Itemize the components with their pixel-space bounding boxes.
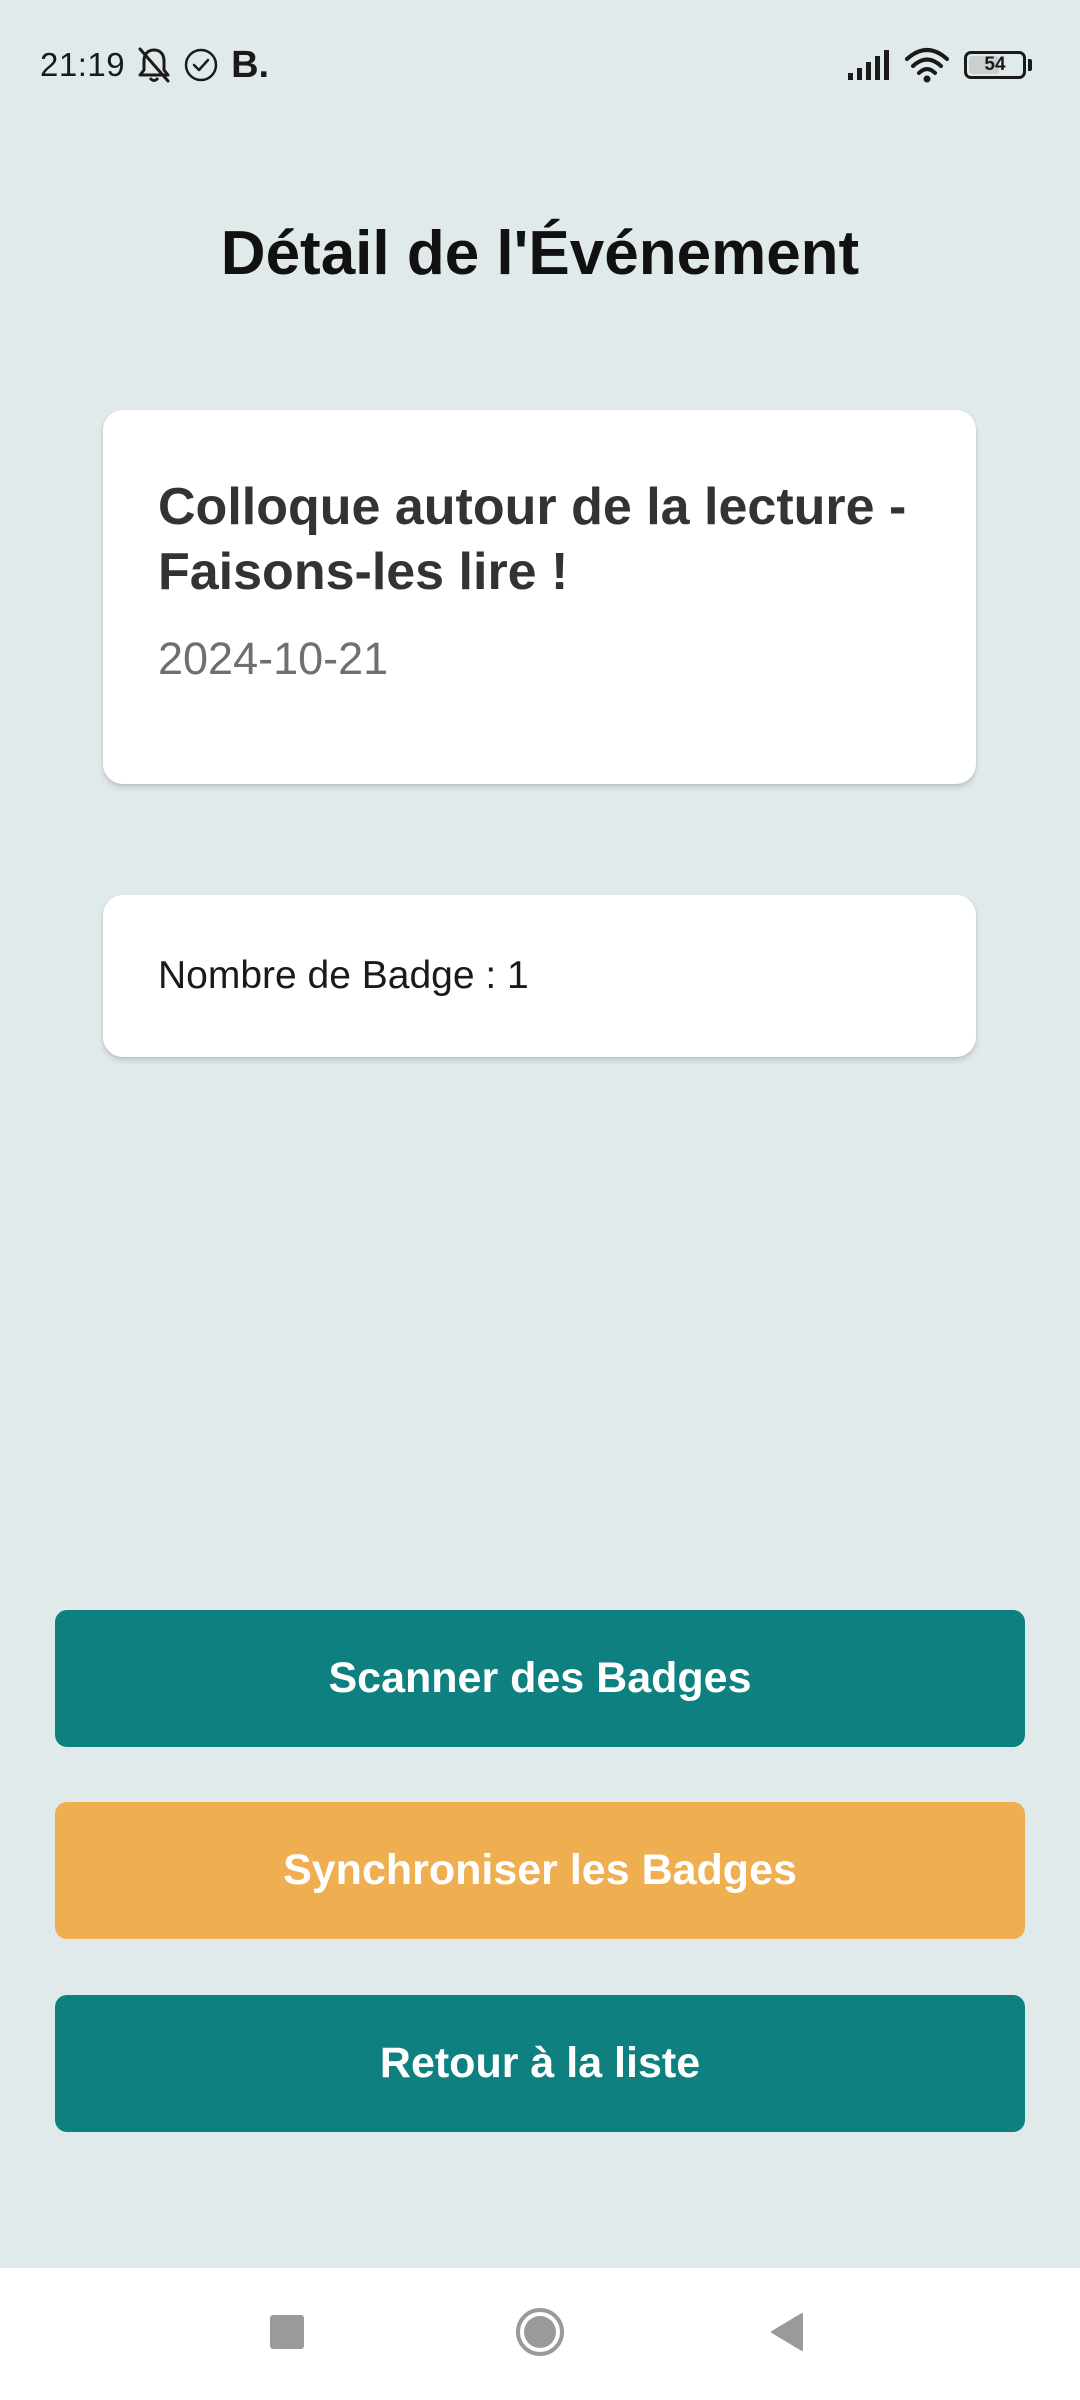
scan-badges-button[interactable]: Scanner des Badges [55, 1610, 1025, 1747]
home-button[interactable] [480, 2268, 600, 2400]
signal-icon [846, 49, 894, 81]
status-time: 21:19 [40, 46, 126, 83]
battery-level: 54 [984, 54, 1006, 75]
badge-count: Nombre de Badge : 1 [158, 954, 529, 997]
status-bar: 21:19 B. 54 [0, 0, 1080, 130]
bell-off-icon [135, 45, 173, 85]
recents-button[interactable] [227, 2268, 347, 2400]
back-icon [769, 2312, 805, 2357]
battery-tip [1028, 59, 1032, 71]
wifi-icon [904, 47, 950, 83]
event-date: 2024-10-21 [158, 633, 389, 684]
status-bar-left: 21:19 B. [40, 40, 269, 90]
event-card: Colloque autour de la lecture - Faisons-… [103, 410, 976, 784]
status-bar-right: 54 [836, 40, 1032, 90]
check-circle-icon [183, 47, 219, 83]
app-notification-badge: B. [231, 43, 270, 86]
back-button[interactable] [727, 2268, 847, 2400]
event-name: Colloque autour de la lecture - Faisons-… [158, 478, 907, 601]
navigation-bar [0, 2268, 1080, 2400]
battery-icon: 54 [964, 51, 1026, 79]
page-title: Détail de l'Événement [220, 219, 860, 288]
recents-icon [269, 2314, 305, 2355]
home-icon [514, 2306, 566, 2363]
badge-count-card: Nombre de Badge : 1 [103, 895, 976, 1057]
back-to-list-button[interactable]: Retour à la liste [55, 1995, 1025, 2132]
sync-badges-button[interactable]: Synchroniser les Badges [55, 1802, 1025, 1939]
